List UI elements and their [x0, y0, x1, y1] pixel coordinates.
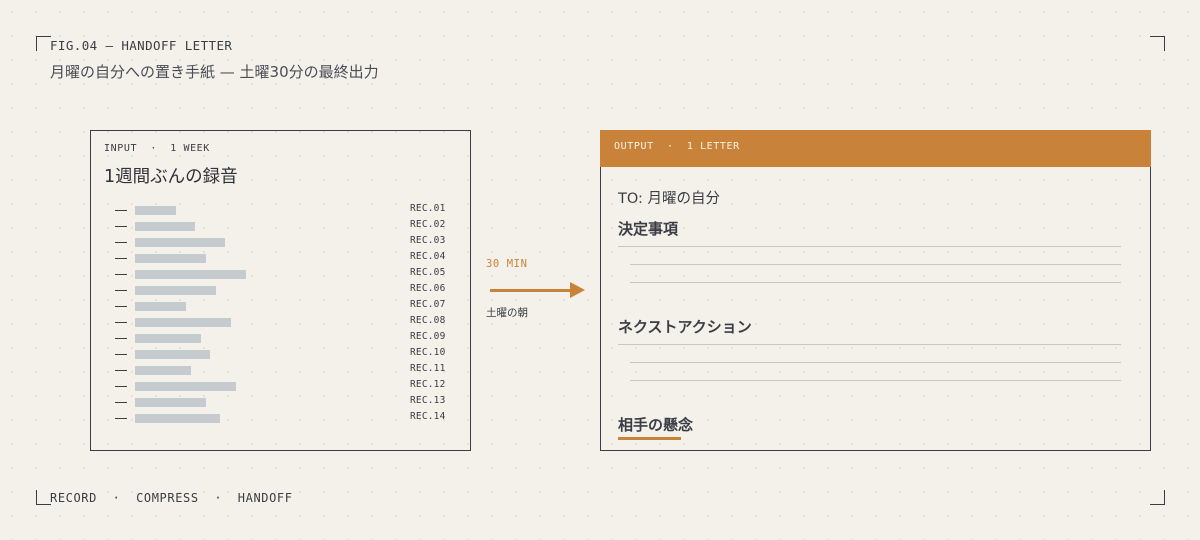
- recording-row: REC.06: [115, 283, 455, 299]
- dash-icon: [115, 290, 127, 291]
- recording-bar: [135, 206, 176, 215]
- footer-caption: RECORD · COMPRESS · HANDOFF: [50, 491, 293, 505]
- recording-label: REC.10: [410, 347, 446, 358]
- dash-icon: [115, 418, 127, 419]
- letter-recipient: TO: 月曜の自分: [618, 191, 721, 207]
- recording-bar: [135, 366, 191, 375]
- recording-row: REC.13: [115, 395, 455, 411]
- recording-row: REC.10: [115, 347, 455, 363]
- writing-line: [630, 264, 1121, 265]
- recording-bar: [135, 382, 236, 391]
- corner-mark-bottom-left: [36, 490, 51, 505]
- dash-icon: [115, 338, 127, 339]
- writing-line: [630, 380, 1121, 381]
- recording-label: REC.12: [410, 379, 446, 390]
- recording-bar: [135, 414, 220, 423]
- recording-label: REC.09: [410, 331, 446, 342]
- recording-row: REC.09: [115, 331, 455, 347]
- dash-icon: [115, 402, 127, 403]
- recording-row: REC.04: [115, 251, 455, 267]
- corner-mark-top-left: [36, 36, 51, 51]
- recording-label: REC.04: [410, 251, 446, 262]
- dash-icon: [115, 386, 127, 387]
- recording-list: REC.01 REC.02 REC.03 REC.04 REC.05 REC.06 REC.…: [115, 203, 455, 427]
- input-panel-heading: 1週間ぶんの録音: [104, 167, 238, 187]
- recording-row: REC.12: [115, 379, 455, 395]
- writing-line: [630, 362, 1121, 363]
- dash-icon: [115, 354, 127, 355]
- section-heading-decisions: 決定事項: [618, 220, 679, 238]
- section-heading-concerns: 相手の懸念: [618, 416, 694, 434]
- recording-label: REC.02: [410, 219, 446, 230]
- output-panel-tag: OUTPUT · 1 LETTER: [614, 141, 740, 152]
- recording-bar: [135, 238, 225, 247]
- dash-icon: [115, 242, 127, 243]
- corner-mark-top-right: [1150, 36, 1165, 51]
- output-panel-header: OUTPUT · 1 LETTER: [600, 130, 1151, 167]
- recording-bar: [135, 254, 206, 263]
- dash-icon: [115, 370, 127, 371]
- recording-bar: [135, 302, 186, 311]
- recording-row: REC.14: [115, 411, 455, 427]
- writing-line: [618, 246, 1121, 247]
- dash-icon: [115, 274, 127, 275]
- concerns-underline: [618, 437, 681, 440]
- writing-line: [630, 282, 1121, 283]
- dash-icon: [115, 226, 127, 227]
- figure-label: FIG.04 — HANDOFF LETTER: [50, 38, 233, 53]
- dash-icon: [115, 306, 127, 307]
- dash-icon: [115, 258, 127, 259]
- recording-bar: [135, 398, 206, 407]
- input-panel-tag: INPUT · 1 WEEK: [104, 143, 210, 154]
- recording-label: REC.11: [410, 363, 446, 374]
- input-panel: INPUT · 1 WEEK 1週間ぶんの録音 REC.01 REC.02 REC.…: [90, 130, 471, 451]
- recording-row: REC.11: [115, 363, 455, 379]
- recording-label: REC.14: [410, 411, 446, 422]
- recording-label: REC.05: [410, 267, 446, 278]
- recording-row: REC.03: [115, 235, 455, 251]
- recording-label: REC.01: [410, 203, 446, 214]
- arrow-caption: 土曜の朝: [486, 307, 528, 319]
- recording-label: REC.03: [410, 235, 446, 246]
- corner-mark-bottom-right: [1150, 490, 1165, 505]
- output-panel: OUTPUT · 1 LETTER TO: 月曜の自分 決定事項 ネクストアクシ…: [600, 130, 1151, 451]
- recording-row: REC.02: [115, 219, 455, 235]
- recording-label: REC.06: [410, 283, 446, 294]
- arrow-shaft: [490, 289, 572, 292]
- recording-bar: [135, 318, 231, 327]
- recording-label: REC.07: [410, 299, 446, 310]
- arrow-time-label: 30 MIN: [486, 258, 528, 270]
- recording-bar: [135, 334, 201, 343]
- recording-row: REC.05: [115, 267, 455, 283]
- recording-bar: [135, 270, 246, 279]
- arrow-head-icon: [570, 282, 585, 298]
- recording-label: REC.13: [410, 395, 446, 406]
- writing-line: [618, 344, 1121, 345]
- recording-row: REC.01: [115, 203, 455, 219]
- recording-label: REC.08: [410, 315, 446, 326]
- recording-row: REC.07: [115, 299, 455, 315]
- dash-icon: [115, 322, 127, 323]
- section-heading-next-actions: ネクストアクション: [618, 318, 752, 336]
- dash-icon: [115, 210, 127, 211]
- recording-row: REC.08: [115, 315, 455, 331]
- recording-bar: [135, 350, 210, 359]
- recording-bar: [135, 222, 195, 231]
- figure-title: 月曜の自分への置き手紙 — 土曜30分の最終出力: [50, 63, 379, 81]
- recording-bar: [135, 286, 216, 295]
